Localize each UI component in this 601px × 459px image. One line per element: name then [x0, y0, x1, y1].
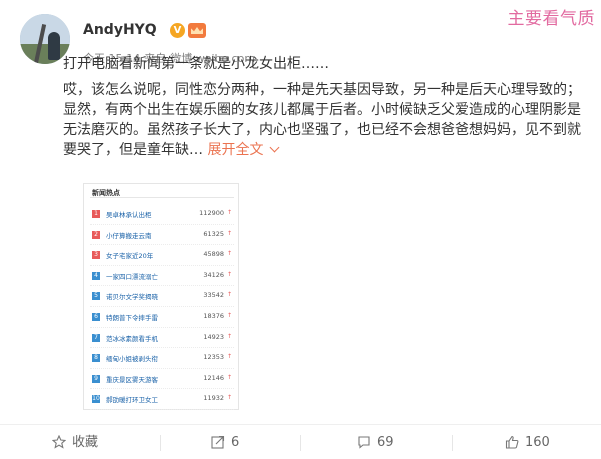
hot-news-title: 女子宅家近20年: [106, 252, 154, 261]
hot-news-count: 18376: [203, 311, 224, 320]
hot-news-count: 14923: [203, 332, 224, 341]
rank-badge: 10: [92, 395, 100, 404]
trend-up-icon: ↑: [226, 270, 232, 278]
watermark-text: 主要看气质: [507, 9, 595, 29]
expand-label: 展开全文: [207, 142, 264, 158]
comment-icon: [358, 436, 370, 449]
chevron-down-icon: [270, 142, 280, 153]
hot-news-row: 7 范冰冰素颜看手机 14923 ↑: [90, 328, 234, 349]
action-divider: [452, 435, 453, 451]
action-divider: [160, 435, 161, 451]
hot-news-row: 6 特朗普下令摔手雷 18376 ↑: [90, 307, 234, 328]
trend-up-icon: ↑: [226, 311, 232, 319]
hot-news-count: 12353: [203, 353, 224, 362]
trend-up-icon: ↑: [226, 291, 232, 299]
trend-up-icon: ↑: [226, 373, 232, 381]
rank-badge: 6: [92, 312, 100, 321]
hot-news-row: 8 缅甸小姐被剥头衔 12353 ↑: [90, 348, 234, 369]
rank-badge: 4: [92, 271, 100, 280]
trend-up-icon: ↑: [226, 332, 232, 340]
hot-news-title: 缅甸小姐被剥头衔: [106, 355, 158, 364]
trend-up-icon: ↑: [226, 250, 232, 258]
hot-news-row: 1 吴卓林承认出柜 112900 ↑: [90, 204, 234, 225]
hot-news-row: 10 郝劭暖打环卫女工 11932 ↑: [90, 389, 234, 410]
hot-news-count: 11932: [203, 394, 224, 403]
hot-news-count: 61325: [203, 229, 224, 238]
thumbnail-divider: [90, 197, 234, 198]
hot-news-title: 诺贝尔文学奖揭晓: [106, 293, 158, 302]
hot-news-row: 2 小仔算搬走云南 61325 ↑: [90, 225, 234, 246]
hot-news-title: 重庆景区雾天游客: [106, 375, 158, 384]
avatar-figure: [48, 32, 60, 60]
trend-up-icon: ↑: [226, 209, 232, 216]
rank-badge: 8: [92, 354, 100, 363]
hot-news-title: 吴卓林承认出柜: [106, 211, 152, 219]
hot-news-title: 小仔算搬走云南: [106, 231, 152, 240]
rank-badge: 7: [92, 333, 100, 342]
member-crown-icon[interactable]: [188, 23, 206, 38]
hot-news-title: 一家四口漂流溺亡: [106, 272, 158, 281]
thumbs-up-icon: [505, 435, 519, 449]
hot-news-count: 12146: [203, 373, 224, 382]
hot-news-title: 特朗普下令摔手雷: [106, 313, 158, 322]
hot-news-row: 9 重庆景区雾天游客 12146 ↑: [90, 369, 234, 390]
trend-up-icon: ↑: [226, 229, 232, 237]
like-count: 160: [525, 435, 550, 450]
hot-news-row: 4 一家四口漂流溺亡 34126 ↑: [90, 266, 234, 287]
post-text: 打开电脑看新闻第一条就是小龙女出柜…… 哎，该怎么说呢，同性恋分两种，一种是先天…: [63, 54, 583, 160]
hot-news-title: 郝劭暖打环卫女工: [106, 396, 158, 405]
post-first-line: 打开电脑看新闻第一条就是小龙女出柜……: [63, 56, 329, 72]
username-link[interactable]: AndyHYQ: [83, 22, 157, 38]
rank-badge: 3: [92, 251, 100, 260]
action-divider: [300, 435, 301, 451]
post-body: 哎，该怎么说呢，同性恋分两种，一种是先天基因导致，另一种是后天心理导致的；显然，…: [63, 80, 583, 160]
share-icon: [211, 435, 225, 449]
hot-news-count: 34126: [203, 270, 224, 279]
hot-news-count: 112900: [199, 209, 224, 217]
hot-news-count: 45898: [203, 250, 224, 259]
rank-badge: 5: [92, 292, 100, 301]
rank-badge: 9: [92, 374, 100, 383]
post-image-thumbnail[interactable]: 新闻热点 1 吴卓林承认出柜 112900 ↑ 2 小仔算搬走云南 61325 ↑ 3 女子宅家近…: [83, 183, 239, 410]
trend-up-icon: ↑: [226, 353, 232, 361]
favorite-label: 收藏: [72, 435, 99, 450]
comment-count: 69: [377, 435, 394, 450]
verified-badge-icon[interactable]: V: [170, 23, 185, 38]
hot-news-list: 1 吴卓林承认出柜 112900 ↑ 2 小仔算搬走云南 61325 ↑ 3 女子宅家近20年 45…: [90, 204, 234, 410]
hot-news-count: 33542: [203, 291, 224, 300]
trend-up-icon: ↑: [226, 394, 232, 402]
hot-news-row: 3 女子宅家近20年 45898 ↑: [90, 245, 234, 266]
hot-news-title: 范冰冰素颜看手机: [106, 334, 158, 343]
expand-full-text-link[interactable]: 展开全文: [207, 142, 280, 158]
share-count: 6: [231, 435, 240, 450]
action-bar: 收藏 6 69 160: [0, 424, 601, 459]
rank-badge: 1: [92, 210, 100, 218]
post-body-text: 哎，该怎么说呢，同性恋分两种，一种是先天基因导致，另一种是后天心理导致的；显然，…: [63, 82, 581, 158]
rank-badge: 2: [92, 230, 100, 239]
favorite-star-icon: [52, 435, 66, 449]
hot-news-row: 5 诺贝尔文学奖揭晓 33542 ↑: [90, 286, 234, 307]
